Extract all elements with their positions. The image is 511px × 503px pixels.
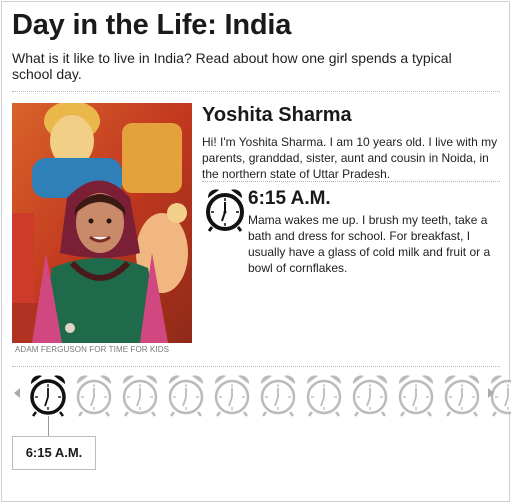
profile-photo [12, 103, 192, 343]
alarm-clock-icon [260, 375, 296, 417]
alarm-clock-icon [398, 375, 434, 417]
triangle-left-icon [14, 388, 20, 398]
top-divider [12, 91, 500, 92]
timeline-clock[interactable] [163, 373, 209, 417]
entry-time: 6:15 A.M. [248, 188, 331, 209]
photo-credit: ADAM FERGUSON FOR TIME FOR KIDS [15, 345, 170, 354]
timeline [25, 373, 511, 417]
timeline-clock[interactable] [347, 373, 393, 417]
page-title: Day in the Life: India [12, 9, 292, 41]
alarm-clock-icon [214, 375, 250, 417]
alarm-clock-icon [306, 375, 342, 417]
alarm-clock-icon [122, 375, 158, 417]
intro-text: What is it like to live in India? Read a… [12, 50, 452, 82]
timeline-clock[interactable] [301, 373, 347, 417]
timeline-divider [12, 366, 500, 367]
timeline-clock[interactable] [209, 373, 255, 417]
alarm-clock-icon [168, 375, 204, 417]
bio-divider [202, 181, 500, 182]
alarm-clock-icon [444, 375, 480, 417]
timeline-clock[interactable] [255, 373, 301, 417]
timeline-clock[interactable] [439, 373, 485, 417]
alarm-clock-icon [204, 186, 246, 232]
active-time-label: 6:15 A.M. [12, 436, 96, 470]
triangle-right-icon [488, 388, 494, 398]
prev-arrow-button[interactable] [12, 386, 22, 400]
alarm-clock-icon [30, 375, 66, 417]
timeline-clock[interactable] [71, 373, 117, 417]
timeline-clock[interactable] [393, 373, 439, 417]
profile-name: Yoshita Sharma [202, 104, 352, 126]
profile-bio: Hi! I'm Yoshita Sharma. I am 10 years ol… [202, 135, 498, 181]
timeline-clock-active[interactable] [25, 373, 71, 417]
next-arrow-button[interactable] [486, 386, 496, 400]
alarm-clock-icon [352, 375, 388, 417]
timeline-clock[interactable] [117, 373, 163, 417]
alarm-clock-icon [76, 375, 112, 417]
photo-illustration [12, 103, 192, 343]
entry-text: Mama wakes me up. I brush my teeth, take… [248, 213, 491, 275]
timeline-pointer [48, 416, 49, 436]
